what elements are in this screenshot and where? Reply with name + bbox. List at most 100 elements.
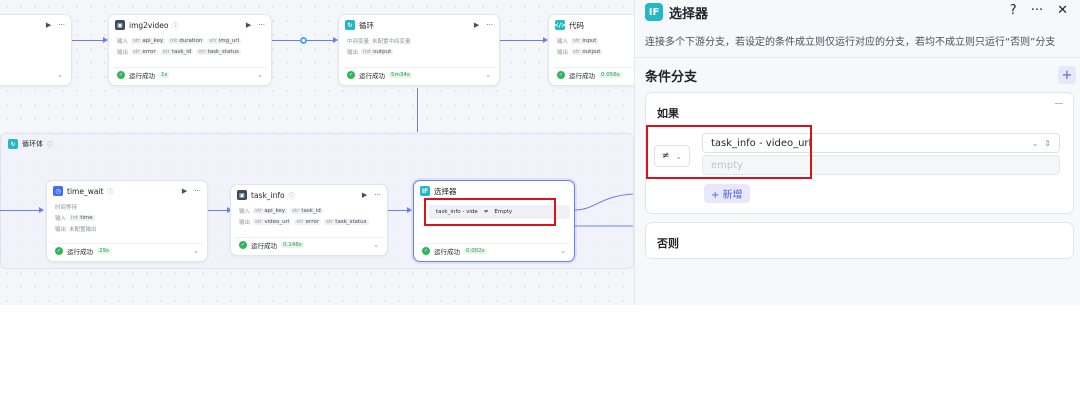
add-condition-button[interactable]: + 新增 (704, 184, 750, 203)
close-icon[interactable]: ✕ (1057, 3, 1068, 18)
node-loop[interactable]: ↻ 循环 ▶ ··· 中间变量 未配置中间变量 输出 list output ✓ … (338, 14, 500, 86)
code-icon: </> (553, 20, 567, 30)
chevron-down-icon[interactable]: ⌄ (193, 247, 199, 255)
clock-icon: ◷ (53, 186, 63, 196)
edge-arrow (407, 207, 412, 213)
more-icon[interactable]: ··· (194, 187, 201, 195)
run-icon[interactable]: ▶ (182, 187, 187, 195)
run-status[interactable]: ✓ 运行成功 0.056s (553, 67, 634, 82)
param-chip: str input (571, 37, 599, 44)
collapse-icon[interactable] (1055, 103, 1063, 104)
run-status[interactable]: ✓ 运行成功 29s ⌄ (51, 243, 203, 258)
run-status[interactable]: ✓ 运行成功 0.148s ⌄ (235, 237, 383, 252)
param-chip: str video_url (253, 218, 292, 225)
param-chip: str output (571, 48, 603, 55)
info-icon: ⓘ (172, 22, 179, 30)
condition-row[interactable]: task_info - vide ≠ Empty (428, 205, 570, 219)
node-title: time_wait (67, 186, 104, 196)
branch-edges (575, 193, 634, 227)
param-chip: str img_url (207, 37, 242, 44)
param-chip: str task_id (290, 207, 323, 214)
param-chip: str api_key (253, 207, 288, 214)
edge-arrow (39, 207, 44, 213)
param-chip: str task_status (196, 48, 241, 55)
param-chip: str api_key (131, 37, 166, 44)
variable-select[interactable]: task_info - video_url ⌄ ⇕ (702, 133, 1060, 153)
param-chip: str task_status (324, 218, 369, 225)
more-icon[interactable]: ··· (1031, 3, 1043, 18)
add-branch-button[interactable]: + (1058, 66, 1076, 84)
edge (417, 88, 418, 132)
node-title: 循环 (359, 20, 374, 30)
node-title: 选择器 (434, 186, 457, 196)
more-icon[interactable]: ··· (58, 21, 65, 29)
run-icon[interactable]: ▶ (362, 191, 367, 199)
image-icon: ▣ (115, 20, 125, 30)
node-code[interactable]: </> 代码 输入 str input 输出 str output ✓ 运行成功 0… (548, 14, 634, 86)
if-title: 如果 (657, 107, 679, 120)
node-img2video[interactable]: ▣ img2video ⓘ ▶ ··· 输入 str api_key int dur… (108, 14, 272, 86)
node-selector[interactable]: IF 选择器 task_info - vide ≠ Empty ✓ 运行成功 0… (413, 180, 575, 262)
edge (500, 40, 544, 41)
panel-title: 选择器 (669, 6, 709, 22)
param-chip: int time (69, 214, 95, 221)
node-time-wait[interactable]: ◷ time_wait ⓘ ▶ ··· 时间等待 输入 int time 输出 未… (46, 180, 208, 262)
node-title: img2video (129, 20, 169, 30)
else-title: 否则 (657, 237, 679, 250)
edge (0, 210, 40, 211)
check-icon: ✓ (117, 71, 125, 79)
param-chip: str error (294, 218, 321, 225)
loop-body-header: ↻ 循环体 ⓘ (8, 139, 53, 149)
run-status[interactable]: ✓ 运行成功 5m34s ⌄ (343, 67, 495, 82)
run-status[interactable]: ✓ 运行成功 1s ⌄ (113, 67, 267, 82)
divider (635, 57, 1080, 58)
panel-description: 连接多个下游分支，若设定的条件成立则仅运行对应的分支，若均不成立则只运行“否则”… (645, 37, 1056, 48)
run-status[interactable]: ✓ 运行成功 0.002s ⌄ (418, 243, 570, 258)
edge (72, 40, 104, 41)
param-chip: list output (361, 48, 394, 55)
check-icon: ✓ (55, 247, 63, 255)
workflow-canvas[interactable]: ▶ ··· ⌄ ▣ img2video ⓘ ▶ ··· 输入 str api_key… (0, 0, 634, 305)
check-icon: ✓ (422, 247, 430, 255)
run-icon[interactable]: ▶ (246, 21, 251, 29)
info-icon: ⓘ (107, 188, 114, 196)
chevron-down-icon[interactable]: ⌄ (57, 71, 63, 79)
param-chip: str task_id (160, 48, 194, 55)
if-icon: IF (420, 186, 430, 196)
chevron-down-icon[interactable]: ⌄ (257, 71, 263, 79)
panel-actions: ? ··· ✕ (1010, 3, 1068, 18)
edge-add-point[interactable] (300, 37, 307, 44)
help-icon[interactable]: ? (1010, 3, 1017, 18)
info-icon: ⓘ (47, 141, 54, 149)
node-task-info[interactable]: ▣ task_info ⓘ ▶ ··· 输入 str api_key str tas… (230, 184, 388, 256)
param-chip: int duration (168, 37, 205, 44)
check-icon: ✓ (557, 71, 565, 79)
section-title: 条件分支 (645, 70, 698, 85)
node-title: task_info (251, 190, 285, 200)
chevron-down-icon[interactable]: ⌄ (560, 247, 566, 255)
partial-node[interactable]: ▶ ··· ⌄ (0, 14, 72, 86)
selector-config-panel: IF 选择器 ? ··· ✕ 连接多个下游分支，若设定的条件成立则仅运行对应的分… (634, 0, 1080, 305)
node-title: 代码 (569, 20, 584, 30)
more-icon[interactable]: ··· (258, 21, 265, 29)
more-icon[interactable]: ··· (374, 191, 381, 199)
loop-icon: ↻ (345, 20, 355, 30)
chevron-down-icon: ⌄ (675, 151, 683, 161)
else-branch-card: 否则 (645, 222, 1074, 259)
input-label: 输入 (117, 38, 129, 45)
if-branch-card: 如果 ≠ ⌄ task_info - video_url ⌄ ⇕ empty + … (645, 92, 1074, 214)
run-icon[interactable]: ▶ (46, 21, 51, 29)
sort-icon: ⇕ (1044, 138, 1051, 148)
check-icon: ✓ (239, 241, 247, 249)
more-icon[interactable]: ··· (486, 21, 493, 29)
image-icon: ▣ (237, 190, 247, 200)
run-icon[interactable]: ▶ (474, 21, 479, 29)
chevron-down-icon[interactable]: ⌄ (373, 241, 379, 249)
output-label: 输出 (117, 49, 129, 56)
chevron-down-icon[interactable]: ⌄ (485, 71, 491, 79)
operator-select[interactable]: ≠ ⌄ (654, 145, 690, 167)
if-icon: IF (645, 3, 663, 21)
value-input[interactable]: empty (702, 155, 1060, 175)
chevron-down-icon: ⌄ (1031, 138, 1039, 148)
loop-icon: ↻ (8, 139, 18, 149)
